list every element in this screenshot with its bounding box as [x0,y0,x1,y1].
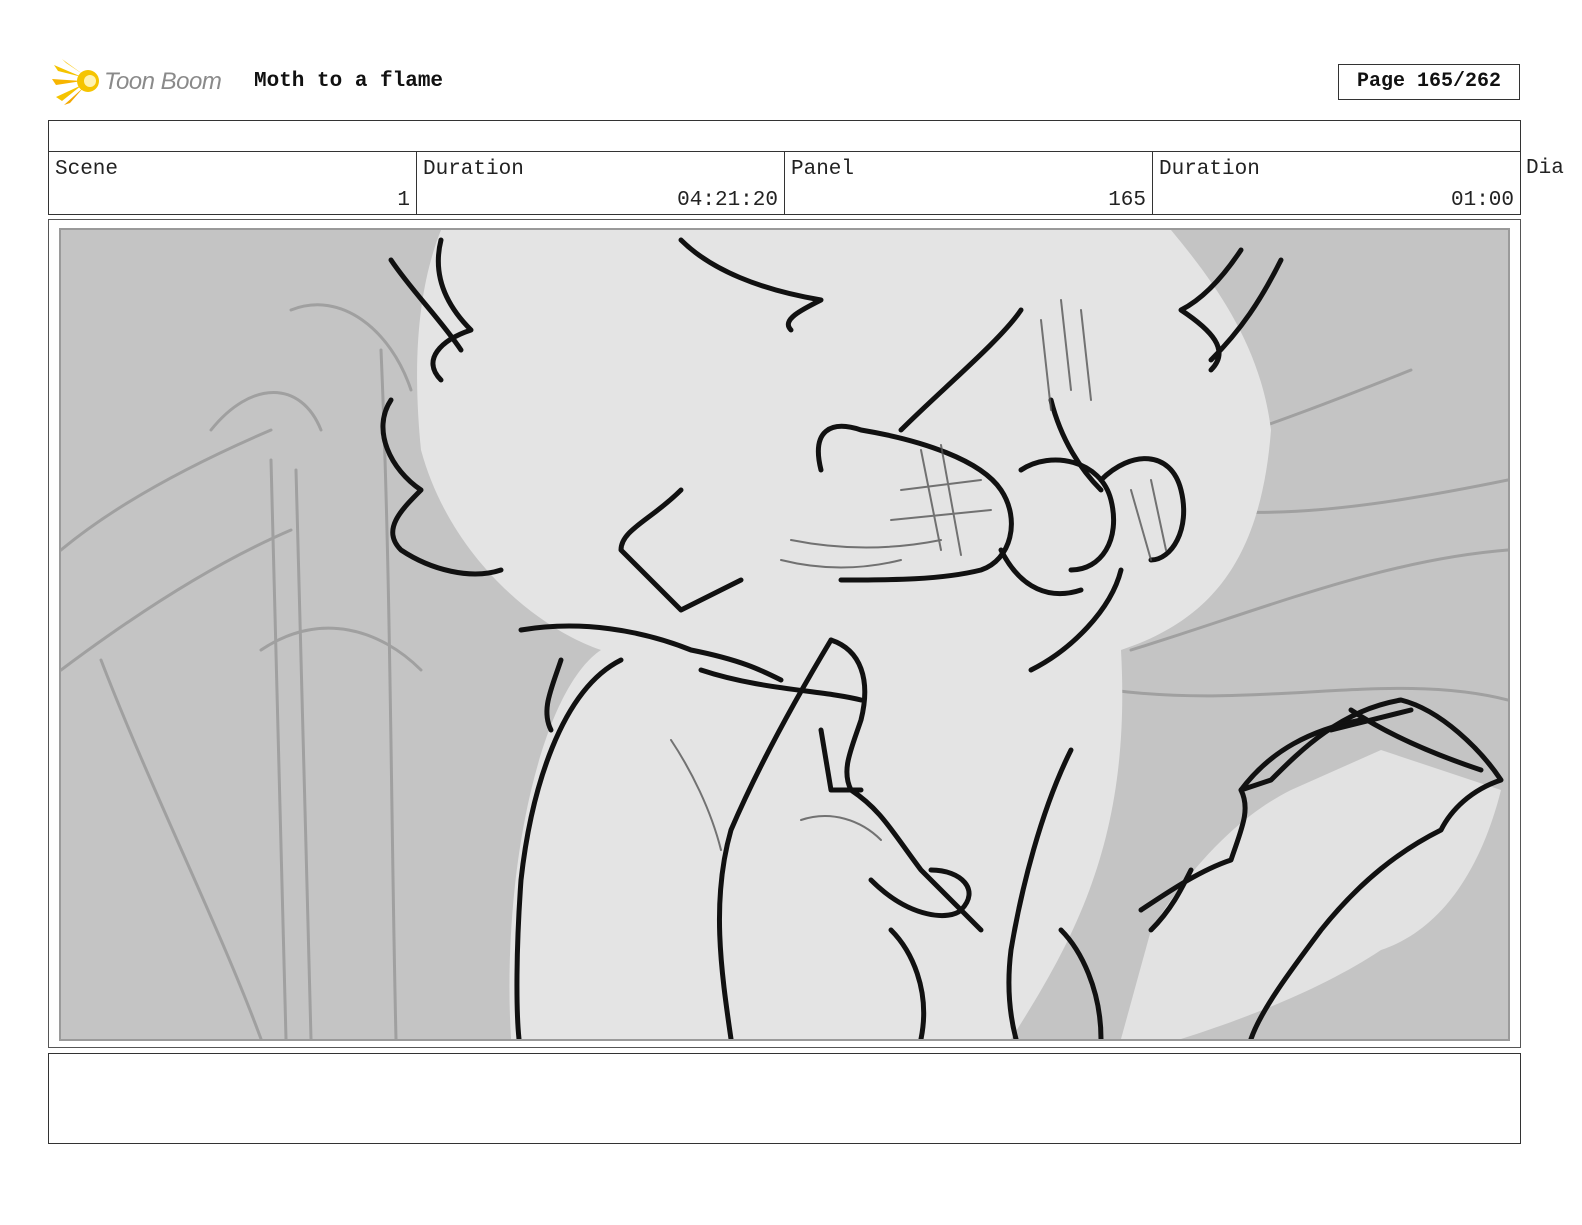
panel-duration-value: 01:00 [1450,189,1514,212]
toon-boom-flame-icon [52,59,99,105]
storyboard-frame [48,219,1521,1048]
scene-label: Scene [55,158,119,181]
scene-duration-value: 04:21:20 [677,189,778,212]
scene-value: 1 [397,189,410,212]
logo-text: Toon Boom [104,68,222,95]
scene-duration-cell: Duration 04:21:20 [416,152,784,214]
storyboard-image [59,228,1510,1041]
project-title: Moth to a flame [254,70,444,93]
storyboard-sketch [61,230,1508,1039]
panel-cell: Panel 165 [784,152,1152,214]
panel-label: Panel [791,158,855,181]
panel-info-row: Scene 1 Duration 04:21:20 Panel 165 Dura… [48,151,1521,215]
page-indicator: Page 165/262 [1338,64,1520,100]
panel-duration-cell: Duration 01:00 [1152,152,1520,214]
panel-value: 165 [1108,189,1146,212]
scene-duration-label: Duration [423,158,524,181]
notes-box [48,1053,1521,1144]
panel-duration-label: Duration [1159,158,1260,181]
toon-boom-logo: Toon Boom [52,56,222,108]
scene-cell: Scene 1 [49,152,416,214]
header-strip [48,120,1521,152]
dialogue-label: Dia [1526,157,1564,180]
